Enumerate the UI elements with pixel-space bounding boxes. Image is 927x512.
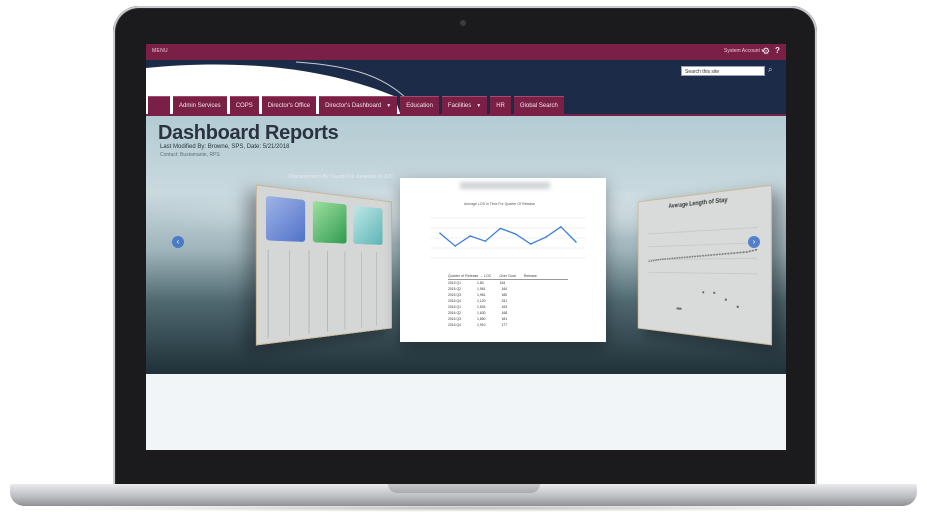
nav-item-label: Facilities bbox=[447, 103, 472, 109]
table-cell: 1,910 bbox=[477, 323, 486, 327]
nav-item-global-search[interactable]: Global Search bbox=[513, 96, 564, 114]
nav-home-button[interactable] bbox=[148, 96, 170, 114]
center-table: Quarter of Release → LOC Over Goal Relea… bbox=[448, 274, 568, 328]
page-body bbox=[146, 374, 786, 450]
camera-icon bbox=[460, 20, 466, 26]
center-card-heading bbox=[460, 182, 550, 189]
nav-item-cops[interactable]: COPS bbox=[229, 96, 259, 114]
nav-item-label: Education bbox=[406, 103, 433, 109]
contact-line: Contact: Bustamante, RPS bbox=[160, 152, 220, 158]
nav-item-directors-dashboard[interactable]: Director's Dashboard ▼ bbox=[319, 96, 398, 114]
series-line bbox=[439, 225, 577, 247]
nav-item-education[interactable]: Education bbox=[400, 96, 439, 114]
center-table-body: 2015 Q1 1.80 164 2015 Q2 1,961 160 2015 Q3 1,96… bbox=[448, 280, 568, 328]
table-cell: 2016 Q4 bbox=[448, 323, 462, 327]
table-header-cell: Quarter of Release → LOC bbox=[448, 274, 492, 278]
nav-item-facilities[interactable]: Facilities ▼ bbox=[441, 96, 488, 114]
last-modified: Last Modified By: Browne, SPS, Date: 5/2… bbox=[160, 144, 290, 150]
carousel-card-right[interactable]: Average Length of Stay bbox=[637, 184, 773, 346]
table-cell: 177 bbox=[501, 323, 508, 327]
search-input[interactable]: Search this site bbox=[681, 66, 765, 76]
map-thumbnail bbox=[312, 200, 347, 244]
left-card-caption: Characteristics By County For Juveniles … bbox=[288, 174, 394, 180]
suite-bar bbox=[146, 44, 786, 60]
data-point bbox=[439, 232, 441, 234]
data-point bbox=[545, 236, 547, 238]
carousel-prev-button[interactable]: ‹ bbox=[172, 236, 184, 248]
data-point bbox=[514, 233, 517, 235]
table-header-cell: Release bbox=[523, 274, 537, 278]
data-point bbox=[529, 243, 532, 245]
data-point bbox=[499, 227, 502, 230]
data-point bbox=[560, 226, 562, 228]
nav-item-directors-office[interactable]: Director's Office bbox=[261, 96, 317, 114]
nav-item-label: Director's Dashboard bbox=[325, 103, 382, 109]
nav-item-label: COPS bbox=[235, 103, 253, 109]
screen: MENU System Account ▾ ⚙ ? Search this si… bbox=[146, 44, 786, 450]
right-card-chart bbox=[638, 204, 770, 310]
center-chart-title: Average LOS In Time For Quarter Of Relea… bbox=[464, 202, 535, 206]
data-point bbox=[575, 241, 577, 243]
center-line-chart bbox=[430, 217, 586, 259]
laptop-notch bbox=[388, 484, 540, 493]
map-thumbnail bbox=[353, 205, 383, 245]
table-header-cell: Over Goal bbox=[499, 274, 516, 278]
page-title: Dashboard Reports bbox=[158, 122, 339, 144]
help-button[interactable]: ? bbox=[775, 46, 780, 56]
carousel-next-button[interactable]: › bbox=[748, 236, 760, 248]
data-point bbox=[484, 240, 487, 242]
carousel-card-left[interactable] bbox=[255, 184, 392, 346]
chevron-down-icon: ▼ bbox=[476, 103, 482, 109]
data-point bbox=[469, 235, 471, 237]
nav-item-admin-services[interactable]: Admin Services bbox=[173, 96, 227, 114]
data-point bbox=[454, 245, 456, 247]
suite-bar-label[interactable]: MENU bbox=[152, 48, 168, 54]
nav-item-hr[interactable]: HR bbox=[490, 96, 511, 114]
nav-item-label: Global Search bbox=[519, 103, 558, 109]
nav-item-label: HR bbox=[496, 103, 505, 109]
table-row: 2016 Q4 1,910 177 bbox=[448, 322, 568, 328]
map-thumbnail bbox=[265, 195, 306, 242]
chevron-down-icon: ▼ bbox=[386, 103, 392, 109]
top-nav: Admin Services COPS Director's Office Di… bbox=[146, 96, 564, 114]
nav-item-label: Director's Office bbox=[267, 103, 311, 109]
carousel-card-center[interactable]: Average LOS In Time For Quarter Of Relea… bbox=[400, 178, 606, 342]
gear-icon[interactable]: ⚙ bbox=[762, 46, 770, 56]
nav-item-label: Admin Services bbox=[179, 103, 221, 109]
account-menu[interactable]: System Account ▾ bbox=[724, 48, 764, 54]
left-card-grid bbox=[257, 249, 391, 340]
search-icon[interactable]: ⌕ bbox=[768, 65, 772, 75]
